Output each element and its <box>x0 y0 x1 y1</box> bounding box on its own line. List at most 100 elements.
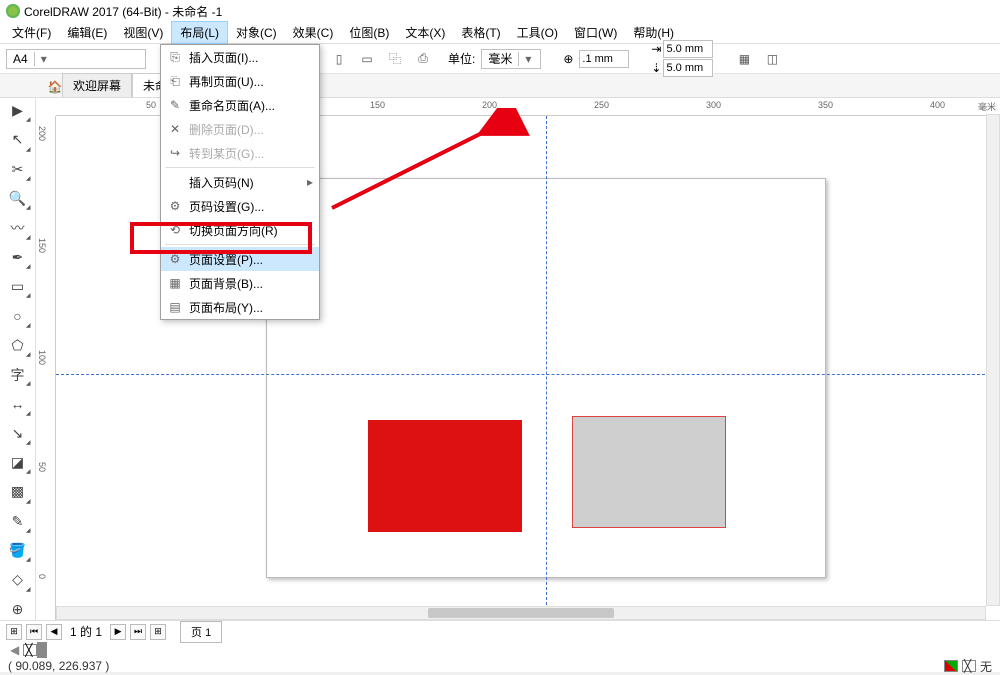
add-page-before-button[interactable]: ⊞ <box>6 624 22 640</box>
ruler-tick: 50 <box>146 100 156 110</box>
freehand-tool-icon[interactable]: 〰◢ <box>7 217 29 238</box>
menu-separator <box>165 244 315 245</box>
menu-item-11[interactable]: ▦ 页面背景(B)... <box>161 271 319 295</box>
cursor-coordinates: ( 90.089, 226.937 ) <box>8 659 109 673</box>
menu-3[interactable]: 布局(L) <box>171 21 228 44</box>
app-logo-icon <box>6 4 20 18</box>
shape-tool-icon[interactable]: ↖◢ <box>7 129 29 150</box>
tab-welcome[interactable]: 欢迎屏幕 <box>62 73 132 97</box>
menubar: 文件(F)编辑(E)视图(V)布局(L)对象(C)效果(C)位图(B)文本(X)… <box>0 22 1000 44</box>
menu-7[interactable]: 文本(X) <box>397 22 453 43</box>
scrollbar-vertical[interactable] <box>986 114 1000 606</box>
menu-8[interactable]: 表格(T) <box>453 22 508 43</box>
menu-item-6[interactable]: 插入页码(N)▸ <box>161 170 319 194</box>
menu-item-icon: ↪ <box>167 146 183 160</box>
menu-item-label: 页码设置(G)... <box>189 198 264 215</box>
page-toggle-icon[interactable]: ⎙ <box>412 48 434 70</box>
page-position: 1 的 1 <box>66 623 106 640</box>
tool-flyout-icon[interactable]: ⊕ <box>7 599 29 620</box>
ellipse-tool-icon[interactable]: ○◢ <box>7 305 29 326</box>
menu-item-icon: ▦ <box>167 276 183 290</box>
dimension-tool-icon[interactable]: ↔◢ <box>7 393 29 414</box>
polygon-tool-icon[interactable]: ⬠◢ <box>7 335 29 356</box>
landscape-icon[interactable]: ▭ <box>356 48 378 70</box>
menu-item-label: 转到某页(G)... <box>189 145 264 162</box>
color-palette: ◀ ╳ <box>0 642 1000 658</box>
page-tab[interactable]: 页 1 <box>180 621 222 643</box>
chevron-down-icon: ▾ <box>34 52 48 66</box>
options-icon[interactable]: ▦ <box>733 48 755 70</box>
menu-item-3: ✕删除页面(D)... <box>161 117 319 141</box>
ruler-tick: 0 <box>37 574 47 579</box>
dup-x-input[interactable] <box>663 40 713 58</box>
menu-item-7[interactable]: ⚙ 页码设置(G)... <box>161 194 319 218</box>
menu-4[interactable]: 对象(C) <box>228 22 285 43</box>
pick-tool-icon[interactable]: ▶◢ <box>7 100 29 121</box>
shadow-tool-icon[interactable]: ◪◢ <box>7 452 29 473</box>
next-page-button[interactable]: ▶ <box>110 624 126 640</box>
prev-page-button[interactable]: ◀ <box>46 624 62 640</box>
statusbar: ⊞ ⏮ ◀ 1 的 1 ▶ ⏭ ⊞ 页 1 ◀ ╳ ( 90.089, 226.… <box>0 620 1000 672</box>
scrollbar-horizontal[interactable] <box>56 606 986 620</box>
guide-horizontal[interactable] <box>56 374 1000 375</box>
fill-indicator-icon[interactable] <box>944 660 958 672</box>
eyedropper-tool-icon[interactable]: ✎◢ <box>7 511 29 532</box>
menu-item-icon: ⚙ <box>167 199 183 213</box>
zoom-tool-icon[interactable]: 🔍◢ <box>7 188 29 209</box>
menu-9[interactable]: 工具(O) <box>509 22 566 43</box>
palette-prev-icon[interactable]: ◀ <box>6 643 23 657</box>
ruler-vertical[interactable]: 200150100500 <box>36 116 56 620</box>
nudge-icon: ⊕ <box>563 52 573 66</box>
connector-tool-icon[interactable]: ↘◢ <box>7 423 29 444</box>
ruler-tick: 150 <box>37 238 47 253</box>
outline-tool-icon[interactable]: ◇◢ <box>7 569 29 590</box>
text-tool-icon[interactable]: 字◢ <box>7 364 29 385</box>
menu-item-8[interactable]: ⟲切换页面方向(R) <box>161 218 319 242</box>
no-fill-swatch[interactable]: ╳ <box>23 644 37 656</box>
red-rectangle-shape[interactable] <box>368 420 522 532</box>
dup-x-icon: ⇥ <box>651 42 661 56</box>
outline-indicator-icon[interactable]: ╳ <box>962 660 976 672</box>
artistic-tool-icon[interactable]: ✒◢ <box>7 247 29 268</box>
unit-label: 单位: <box>448 50 475 67</box>
menu-item-icon: ▤ <box>167 300 183 314</box>
menu-item-label: 页面设置(P)... <box>189 251 263 268</box>
menu-10[interactable]: 窗口(W) <box>566 22 625 43</box>
menu-item-2[interactable]: ✎重命名页面(A)... <box>161 93 319 117</box>
menu-1[interactable]: 编辑(E) <box>59 22 115 43</box>
menu-item-12[interactable]: ▤ 页面布局(Y)... <box>161 295 319 319</box>
menu-0[interactable]: 文件(F) <box>4 22 59 43</box>
unit-combo[interactable]: 毫米 ▾ <box>481 49 541 69</box>
page-navigator: ⊞ ⏮ ◀ 1 的 1 ▶ ⏭ ⊞ 页 1 <box>0 620 1000 642</box>
nudge-input[interactable] <box>579 50 629 68</box>
fill-tool-icon[interactable]: 🪣◢ <box>7 540 29 561</box>
menu-item-1[interactable]: ⎗再制页面(U)... <box>161 69 319 93</box>
gray-rectangle-shape[interactable] <box>572 416 726 528</box>
menu-item-0[interactable]: ⎘插入页面(I)... <box>161 45 319 69</box>
color-swatch[interactable] <box>45 642 47 658</box>
first-page-button[interactable]: ⏮ <box>26 624 42 640</box>
page-size-combo[interactable]: A4 ▾ <box>6 49 146 69</box>
menu-item-label: 页面背景(B)... <box>189 275 263 292</box>
menu-item-label: 页面布局(Y)... <box>189 299 263 316</box>
menu-separator <box>165 167 315 168</box>
menu-6[interactable]: 位图(B) <box>341 22 397 43</box>
rectangle-tool-icon[interactable]: ▭◢ <box>7 276 29 297</box>
menu-item-label: 再制页面(U)... <box>189 73 264 90</box>
dup-y-input[interactable] <box>663 59 713 77</box>
transparency-tool-icon[interactable]: ▩◢ <box>7 481 29 502</box>
portrait-icon[interactable]: ▯ <box>328 48 350 70</box>
scrollbar-thumb[interactable] <box>428 608 614 618</box>
menu-item-label: 插入页面(I)... <box>189 49 258 66</box>
guide-vertical[interactable] <box>546 116 547 620</box>
menu-2[interactable]: 视图(V) <box>115 22 171 43</box>
menu-item-10[interactable]: ⚙页面设置(P)... <box>161 247 319 271</box>
last-page-button[interactable]: ⏭ <box>130 624 146 640</box>
crop-tool-icon[interactable]: ✂◢ <box>7 159 29 180</box>
pages-icon[interactable]: ⿻ <box>384 48 406 70</box>
property-bar: A4 ▾ ▯ ▭ ⿻ ⎙ 单位: 毫米 ▾ ⊕ ⇥ ⇣ ▦ ◫ <box>0 44 1000 74</box>
more-icon[interactable]: ◫ <box>761 48 783 70</box>
add-page-after-button[interactable]: ⊞ <box>150 624 166 640</box>
ruler-unit-label: 毫米 <box>978 100 996 113</box>
menu-5[interactable]: 效果(C) <box>285 22 342 43</box>
